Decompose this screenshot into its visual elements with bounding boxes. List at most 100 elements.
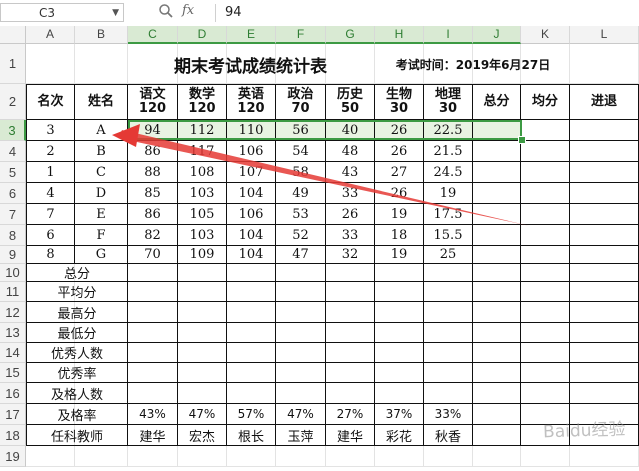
table-cell[interactable] <box>570 343 639 363</box>
table-cell[interactable] <box>570 225 639 246</box>
table-cell[interactable]: 86 <box>128 204 178 225</box>
column-header-l[interactable]: L <box>570 26 639 44</box>
row-header-18[interactable]: 18 <box>0 425 26 446</box>
table-cell[interactable]: 56 <box>276 120 326 141</box>
row-header-12[interactable]: 12 <box>0 302 26 323</box>
table-cell[interactable]: C <box>75 162 128 183</box>
column-header-i[interactable]: I <box>424 26 473 44</box>
table-cell[interactable]: 43% <box>128 404 178 425</box>
row-header-13[interactable]: 13 <box>0 323 26 343</box>
table-cell[interactable]: 52 <box>276 225 326 246</box>
chevron-down-icon[interactable]: ▼ <box>112 4 119 23</box>
table-cell[interactable]: 19 <box>375 246 424 264</box>
table-cell[interactable] <box>473 246 521 264</box>
column-header-k[interactable]: K <box>521 26 570 44</box>
table-cell[interactable] <box>521 120 570 141</box>
table-cell[interactable] <box>276 282 326 302</box>
table-cell[interactable] <box>570 120 639 141</box>
table-cell[interactable] <box>276 264 326 282</box>
fx-icon[interactable]: fx <box>182 3 194 18</box>
column-header-d[interactable]: D <box>178 26 227 44</box>
table-cell[interactable] <box>326 343 375 363</box>
table-cell[interactable] <box>570 302 639 323</box>
table-cell[interactable]: 建华 <box>128 425 178 446</box>
column-header-g[interactable]: G <box>326 26 375 44</box>
row-header-3[interactable]: 3 <box>0 120 26 141</box>
table-cell[interactable]: 26 <box>375 183 424 204</box>
table-cell[interactable] <box>178 323 227 343</box>
table-cell[interactable] <box>570 363 639 383</box>
select-all-corner[interactable] <box>0 26 26 44</box>
table-cell[interactable] <box>326 302 375 323</box>
table-cell[interactable] <box>473 425 521 446</box>
table-cell[interactable] <box>521 302 570 323</box>
table-cell[interactable] <box>276 323 326 343</box>
table-cell[interactable] <box>473 302 521 323</box>
table-cell[interactable] <box>128 282 178 302</box>
row-header-1[interactable]: 1 <box>0 44 26 84</box>
table-cell[interactable]: E <box>75 204 128 225</box>
table-cell[interactable] <box>424 282 473 302</box>
row-header-15[interactable]: 15 <box>0 363 26 383</box>
table-cell[interactable] <box>375 383 424 404</box>
grid-cell[interactable] <box>326 446 375 467</box>
table-cell[interactable]: 47% <box>276 404 326 425</box>
grid-cell[interactable] <box>227 446 276 467</box>
table-cell[interactable]: 110 <box>227 120 276 141</box>
table-cell[interactable] <box>128 264 178 282</box>
table-cell[interactable] <box>521 246 570 264</box>
table-cell[interactable]: 88 <box>128 162 178 183</box>
table-cell[interactable] <box>424 383 473 404</box>
table-cell[interactable] <box>473 183 521 204</box>
table-cell[interactable] <box>521 383 570 404</box>
table-cell[interactable] <box>227 363 276 383</box>
table-cell[interactable]: 18 <box>375 225 424 246</box>
table-cell[interactable]: 70 <box>128 246 178 264</box>
table-cell[interactable] <box>128 363 178 383</box>
row-header-6[interactable]: 6 <box>0 183 26 204</box>
table-cell[interactable]: 玉萍 <box>276 425 326 446</box>
table-cell[interactable] <box>326 264 375 282</box>
table-cell[interactable]: 4 <box>26 183 75 204</box>
table-cell[interactable]: B <box>75 141 128 162</box>
grid-cell[interactable] <box>570 446 639 467</box>
column-header-e[interactable]: E <box>227 26 276 44</box>
table-cell[interactable]: 33% <box>424 404 473 425</box>
table-cell[interactable] <box>276 343 326 363</box>
table-cell[interactable]: 104 <box>227 225 276 246</box>
table-cell[interactable]: 8 <box>26 246 75 264</box>
table-cell[interactable]: 85 <box>128 183 178 204</box>
table-cell[interactable]: D <box>75 183 128 204</box>
table-cell[interactable]: 54 <box>276 141 326 162</box>
grid-cell[interactable] <box>375 446 424 467</box>
table-cell[interactable] <box>178 383 227 404</box>
table-cell[interactable]: 32 <box>326 246 375 264</box>
table-cell[interactable] <box>227 302 276 323</box>
table-cell[interactable] <box>227 383 276 404</box>
table-cell[interactable]: 彩花 <box>375 425 424 446</box>
table-cell[interactable]: 86 <box>128 141 178 162</box>
column-header-f[interactable]: F <box>276 26 326 44</box>
table-cell[interactable] <box>326 363 375 383</box>
table-cell[interactable] <box>178 302 227 323</box>
grid-cell[interactable] <box>473 446 521 467</box>
table-cell[interactable]: 27% <box>326 404 375 425</box>
table-cell[interactable] <box>424 343 473 363</box>
table-cell[interactable] <box>473 120 521 141</box>
table-cell[interactable]: 27 <box>375 162 424 183</box>
table-cell[interactable]: 24.5 <box>424 162 473 183</box>
table-cell[interactable] <box>473 204 521 225</box>
table-cell[interactable]: 107 <box>227 162 276 183</box>
table-cell[interactable]: 94 <box>128 120 178 141</box>
table-cell[interactable] <box>326 383 375 404</box>
table-cell[interactable] <box>178 363 227 383</box>
row-header-14[interactable]: 14 <box>0 343 26 363</box>
table-cell[interactable]: 根长 <box>227 425 276 446</box>
table-cell[interactable]: 26 <box>375 141 424 162</box>
table-cell[interactable]: 43 <box>326 162 375 183</box>
table-cell[interactable] <box>521 225 570 246</box>
table-cell[interactable]: 秋香 <box>424 425 473 446</box>
row-header-17[interactable]: 17 <box>0 404 26 425</box>
table-cell[interactable] <box>375 323 424 343</box>
table-cell[interactable]: G <box>75 246 128 264</box>
